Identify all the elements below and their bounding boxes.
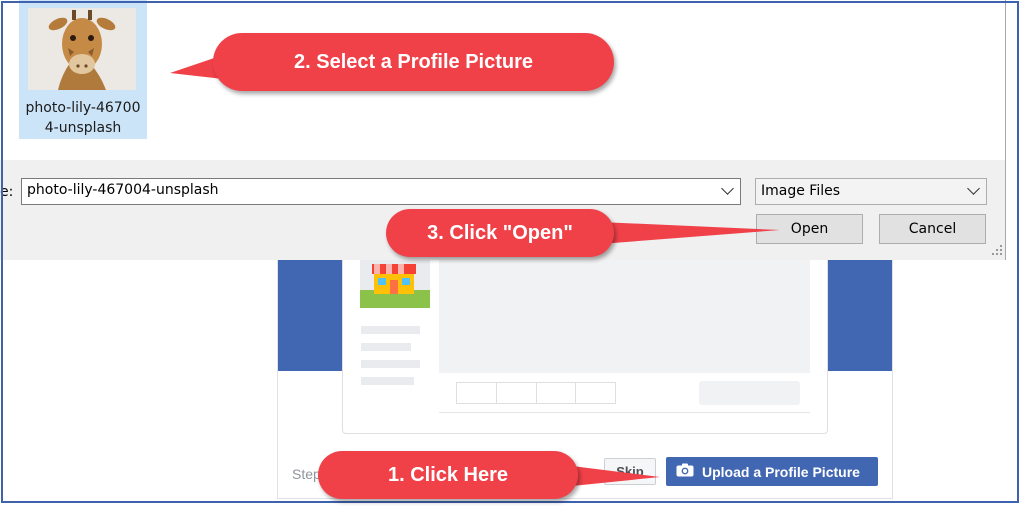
callout-3-pointer (600, 222, 780, 244)
callout-1-pointer (572, 466, 660, 486)
callout-select-profile-picture: 2. Select a Profile Picture (213, 33, 614, 91)
callout-click-open: 3. Click "Open" (386, 209, 614, 257)
callout-click-here: 1. Click Here (318, 451, 578, 499)
